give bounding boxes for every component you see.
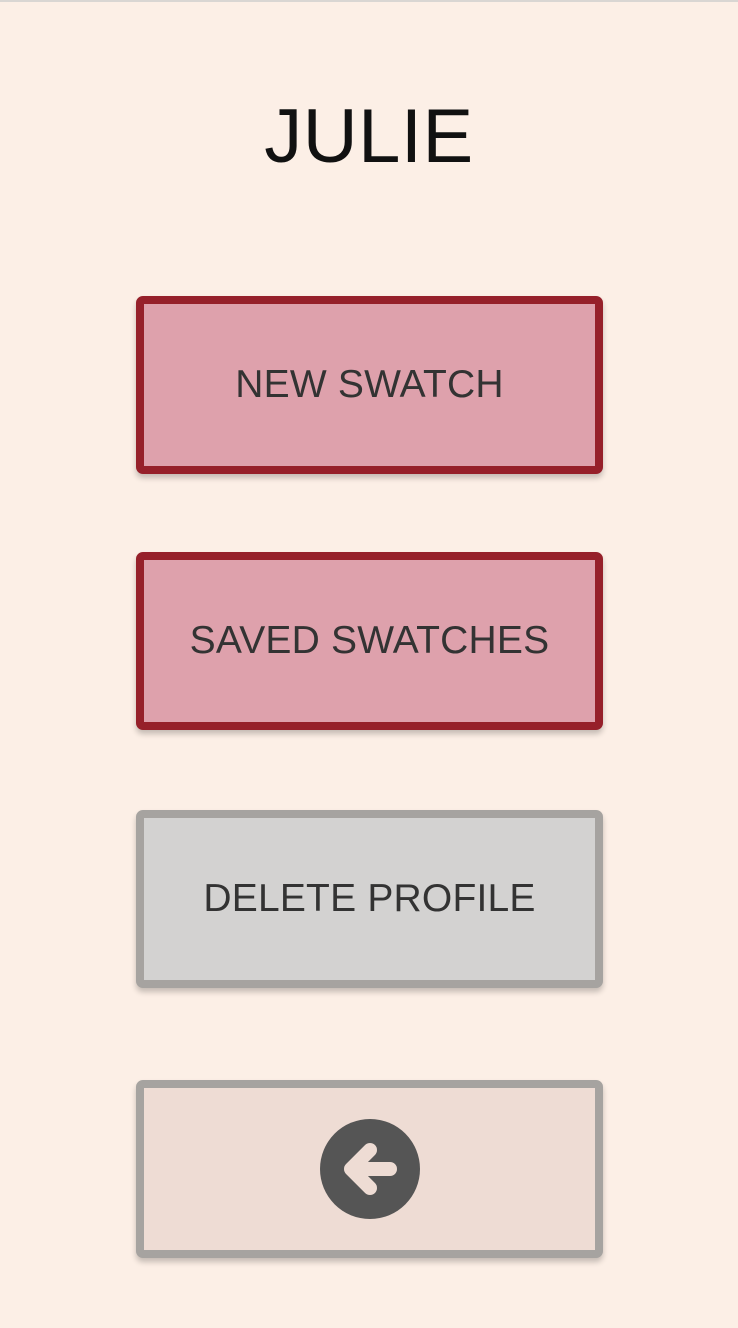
arrow-left-circle-icon — [319, 1119, 420, 1219]
back-button[interactable] — [136, 1080, 603, 1258]
new-swatch-button[interactable]: NEW SWATCH — [136, 296, 603, 474]
delete-profile-label: DELETE PROFILE — [203, 877, 536, 920]
saved-swatches-button[interactable]: SAVED SWATCHES — [136, 552, 603, 730]
new-swatch-label: NEW SWATCH — [235, 363, 504, 406]
profile-name-title: JULIE — [264, 94, 474, 179]
delete-profile-button[interactable]: DELETE PROFILE — [136, 810, 603, 988]
saved-swatches-label: SAVED SWATCHES — [189, 619, 550, 662]
top-divider — [0, 0, 738, 2]
